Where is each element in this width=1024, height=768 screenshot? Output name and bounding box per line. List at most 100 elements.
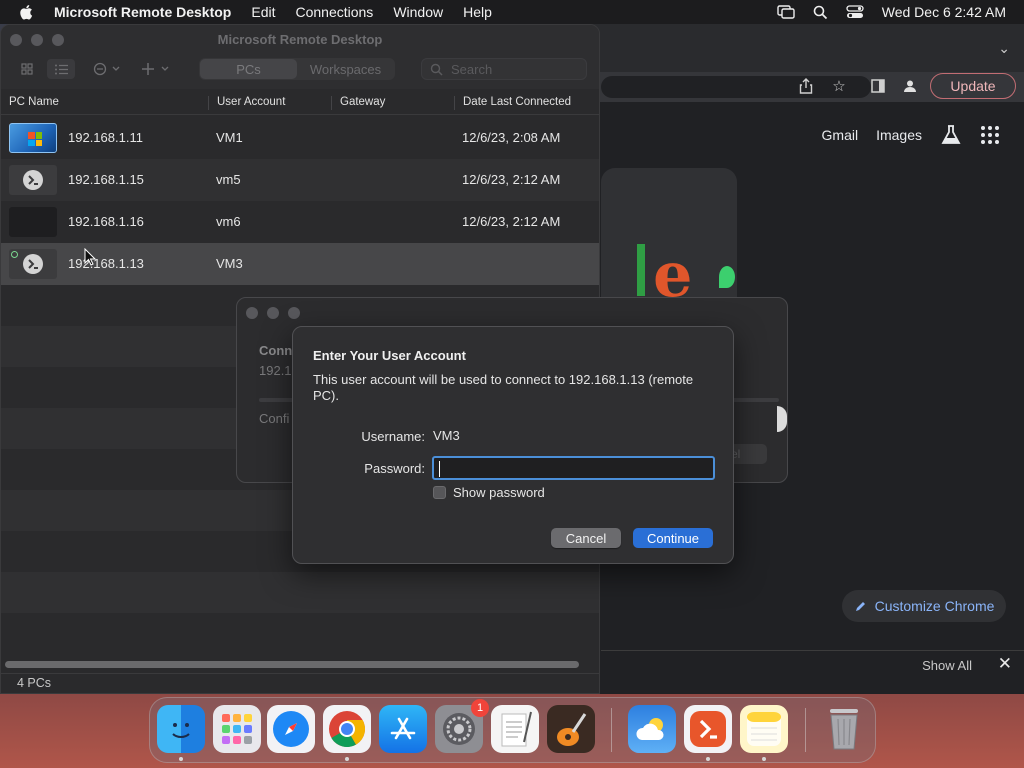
user-account-cell: VM1 [216, 130, 243, 145]
password-label: Password: [364, 461, 425, 476]
col-gateway[interactable]: Gateway [331, 96, 385, 110]
dock-app-store-icon[interactable] [379, 705, 427, 753]
date-cell: 12/6/23, 2:12 AM [462, 172, 561, 187]
connecting-status: Confi [259, 411, 290, 426]
rdp-window-title: Microsoft Remote Desktop [217, 32, 383, 47]
labs-flask-icon[interactable] [940, 124, 962, 146]
chrome-update-button[interactable]: Update [930, 73, 1016, 99]
search-icon [430, 63, 443, 76]
chrome-tab-strip [561, 24, 1024, 72]
grid-view-icon[interactable] [13, 59, 41, 79]
dock-safari-icon[interactable] [267, 705, 315, 753]
dock: 1 [149, 697, 876, 763]
settings-menu-icon[interactable] [93, 59, 121, 79]
control-center-icon[interactable] [846, 5, 864, 19]
dock-trash-icon[interactable] [820, 705, 868, 753]
user-account-cell: vm5 [216, 172, 241, 187]
doodle-leaf-icon [719, 266, 735, 288]
table-header: PC Name User Account Gateway Date Last C… [1, 91, 599, 115]
customize-chrome-button[interactable]: Customize Chrome [842, 590, 1006, 622]
share-icon[interactable] [795, 75, 817, 97]
table-row[interactable]: 192.168.1.15 vm5 12/6/23, 2:12 AM [1, 159, 599, 201]
text-caret [439, 461, 440, 477]
dock-remote-desktop-icon[interactable] [684, 705, 732, 753]
google-apps-grid-icon[interactable] [980, 125, 1000, 145]
bookmark-star-icon[interactable]: ☆ [828, 75, 850, 97]
show-password-label: Show password [453, 485, 545, 500]
show-password-checkbox[interactable] [433, 486, 446, 499]
dialog-title: Enter Your User Account [313, 348, 466, 363]
col-user-account[interactable]: User Account [208, 96, 285, 110]
col-date-last-connected[interactable]: Date Last Connected [454, 96, 571, 110]
doodle-letter-l [637, 244, 645, 296]
date-cell: 12/6/23, 2:12 AM [462, 214, 561, 229]
menu-connections[interactable]: Connections [295, 4, 373, 20]
pc-count-label: 4 PCs [17, 676, 52, 690]
gmail-link[interactable]: Gmail [822, 127, 859, 143]
profile-icon[interactable] [899, 75, 921, 97]
dock-system-settings-icon[interactable]: 1 [435, 699, 489, 753]
dock-chrome-icon[interactable] [323, 705, 371, 753]
status-bar: 4 PCs [1, 673, 599, 693]
search-placeholder: Search [451, 61, 493, 77]
apple-menu-icon[interactable] [18, 3, 36, 21]
show-password-option[interactable]: Show password [433, 485, 545, 500]
connecting-heading: Conn [259, 343, 293, 358]
horizontal-scrollbar[interactable] [5, 661, 579, 668]
side-panel-icon[interactable] [867, 75, 889, 97]
menu-window[interactable]: Window [393, 4, 443, 20]
date-cell: 12/6/23, 2:08 AM [462, 130, 561, 145]
tab-workspaces[interactable]: Workspaces [297, 59, 394, 79]
table-row[interactable]: 192.168.1.11 VM1 12/6/23, 2:08 AM [1, 117, 599, 159]
menu-edit[interactable]: Edit [251, 4, 275, 20]
tab-pcs[interactable]: PCs [200, 59, 297, 79]
sheet-zoom-button[interactable] [288, 307, 300, 319]
close-download-bar-icon[interactable]: ✕ [998, 654, 1012, 674]
search-field[interactable]: Search [421, 58, 587, 80]
connection-status-indicator [11, 251, 18, 258]
menu-help[interactable]: Help [463, 4, 492, 20]
tab-search-chevron-icon[interactable]: ⌄ [998, 40, 1010, 57]
windows-logo-icon [28, 132, 42, 146]
customize-chrome-label: Customize Chrome [874, 598, 995, 614]
menu-app-name[interactable]: Microsoft Remote Desktop [54, 4, 231, 20]
spotlight-search-icon[interactable] [813, 5, 828, 20]
menubar-clock[interactable]: Wed Dec 6 2:42 AM [882, 4, 1006, 20]
dialog-message: This user account will be used to connec… [313, 372, 694, 403]
table-row[interactable]: 192.168.1.16 vm6 12/6/23, 2:12 AM [1, 201, 599, 243]
view-mode-toggle [13, 59, 75, 79]
pcs-workspaces-segmented: PCs Workspaces [199, 58, 395, 80]
list-view-icon[interactable] [47, 59, 75, 79]
username-label: Username: [361, 429, 425, 444]
dock-finder-icon[interactable] [157, 705, 205, 753]
dock-notes-icon[interactable] [740, 705, 788, 753]
connecting-spinner [777, 406, 787, 432]
pc-name-cell: 192.168.1.16 [68, 214, 144, 229]
blank-screen-thumbnail [9, 207, 57, 237]
dock-divider [611, 708, 612, 752]
mouse-pointer-icon [84, 248, 96, 266]
pc-name-cell: 192.168.1.13 [68, 256, 144, 271]
show-all-button[interactable]: Show All [922, 658, 972, 673]
running-indicator [345, 757, 349, 761]
screen-mirroring-icon[interactable] [777, 5, 795, 19]
notification-badge: 1 [471, 699, 489, 717]
sheet-close-button[interactable] [246, 307, 258, 319]
sheet-minimize-button[interactable] [267, 307, 279, 319]
continue-button[interactable]: Continue [633, 528, 713, 548]
dock-garageband-icon[interactable] [547, 705, 595, 753]
add-menu-icon[interactable] [141, 59, 171, 79]
cancel-button[interactable]: Cancel [551, 528, 621, 548]
user-account-cell: vm6 [216, 214, 241, 229]
images-link[interactable]: Images [876, 127, 922, 143]
running-indicator [179, 757, 183, 761]
running-indicator [762, 757, 766, 761]
dock-weather-icon[interactable] [628, 705, 676, 753]
password-field[interactable] [432, 456, 715, 480]
pc-name-cell: 192.168.1.11 [68, 130, 143, 145]
dock-launchpad-icon[interactable] [213, 705, 261, 753]
pencil-icon [855, 601, 865, 611]
user-account-dialog: Enter Your User Account This user accoun… [292, 326, 734, 564]
col-pc-name[interactable]: PC Name [1, 96, 59, 110]
dock-textedit-icon[interactable] [491, 705, 539, 753]
